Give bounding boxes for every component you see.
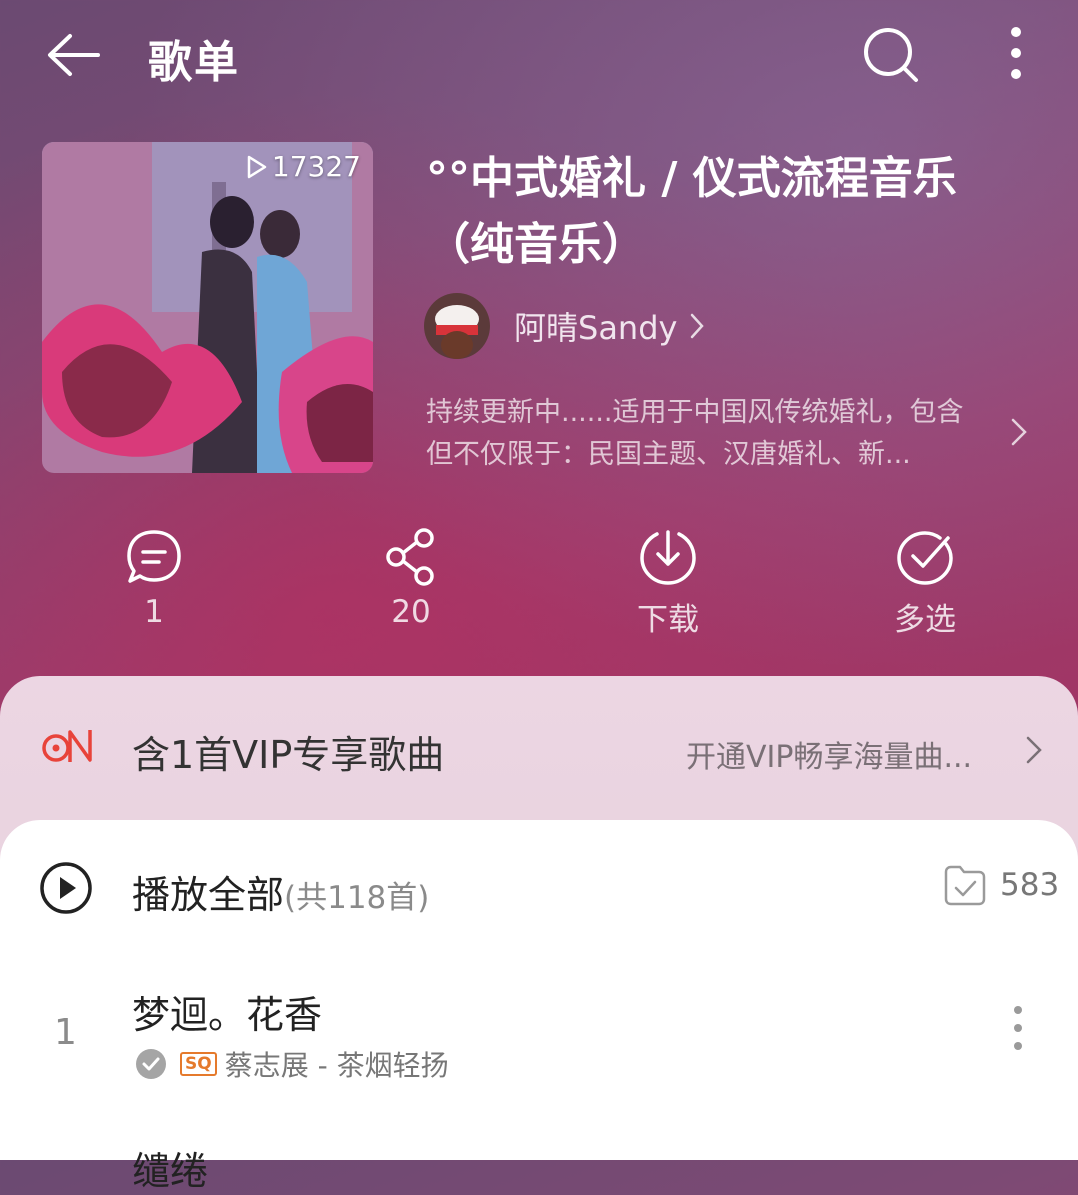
play-all-button[interactable]: 播放全部(共118首) [132, 864, 429, 919]
share-icon [386, 528, 434, 586]
play-triangle-icon [247, 155, 267, 178]
chevron-right-icon [691, 313, 705, 339]
creator-link[interactable]: 阿晴Sandy [424, 292, 707, 360]
share-count: 20 [391, 594, 431, 630]
creator-name: 阿晴Sandy [514, 309, 678, 347]
chevron-right-icon [1026, 736, 1042, 764]
more-options-button[interactable] [992, 22, 1040, 88]
share-button[interactable]: 20 [331, 526, 491, 630]
avatar[interactable] [424, 293, 490, 359]
action-bar: 1 20 下载 多选 [0, 526, 1078, 646]
vip-logo-icon [42, 730, 92, 762]
song-list-item[interactable]: 1 梦迴。花香 SQ 蔡志展 - 茶烟轻扬 [0, 980, 1078, 1090]
vip-text: 含1首VIP专享歌曲 [132, 733, 445, 777]
sq-quality-badge: SQ [180, 1052, 217, 1076]
playlist-cover[interactable]: 17327 [42, 142, 373, 473]
page-title: 歌单 [148, 37, 240, 88]
play-all-label: 播放全部 [132, 873, 285, 917]
multi-select-icon [897, 531, 953, 585]
chevron-right-icon[interactable] [1006, 414, 1032, 450]
play-count-value: 17327 [271, 150, 361, 183]
cover-artwork [42, 142, 373, 473]
collect-count: 583 [1000, 867, 1060, 903]
playlist-title: °°中式婚礼 / 仪式流程音乐（纯音乐） [426, 153, 957, 270]
comment-button[interactable]: 1 [74, 526, 234, 630]
play-count: 17327 [246, 150, 361, 183]
vip-open-link[interactable]: 开通VIP畅享海量曲... [686, 732, 972, 776]
song-list-panel: 播放全部(共118首) 583 1 梦迴。花香 SQ 蔡志展 - 茶烟轻扬 缱绻 [0, 820, 1078, 1193]
download-label: 下载 [637, 602, 699, 638]
more-vertical-icon[interactable] [1006, 998, 1030, 1058]
multi-select-label: 多选 [894, 602, 956, 638]
collect-folder-icon [944, 865, 986, 906]
header-bar: 歌单 [0, 0, 1078, 110]
comment-count: 1 [144, 594, 164, 630]
playlist-description[interactable]: 持续更新中......适用于中国风传统婚礼，包含但不仅限于：民国主题、汉唐婚礼、… [426, 392, 986, 476]
download-icon [640, 530, 696, 585]
song-title: 梦迴。花香 [132, 993, 323, 1037]
collect-button[interactable]: 583 [942, 864, 1059, 906]
song-artist-album: 蔡志展 - 茶烟轻扬 [224, 1049, 449, 1082]
song-meta: SQ 蔡志展 - 茶烟轻扬 [134, 1044, 449, 1084]
song-title[interactable]: 缱绻 [132, 1140, 208, 1195]
more-vertical-icon [1011, 27, 1021, 79]
arrow-left-icon [48, 34, 100, 76]
search-button[interactable] [858, 22, 924, 88]
search-icon [864, 28, 918, 82]
downloaded-check-icon [136, 1049, 166, 1079]
multi-select-button[interactable]: 多选 [845, 526, 1005, 639]
song-index: 1 [54, 1012, 77, 1053]
song-total-count: (共118首) [284, 880, 430, 916]
play-all-icon[interactable] [38, 860, 94, 916]
back-button[interactable] [40, 22, 106, 88]
avatar-image [424, 293, 490, 359]
comment-icon [127, 530, 181, 583]
download-button[interactable]: 下载 [588, 526, 748, 639]
